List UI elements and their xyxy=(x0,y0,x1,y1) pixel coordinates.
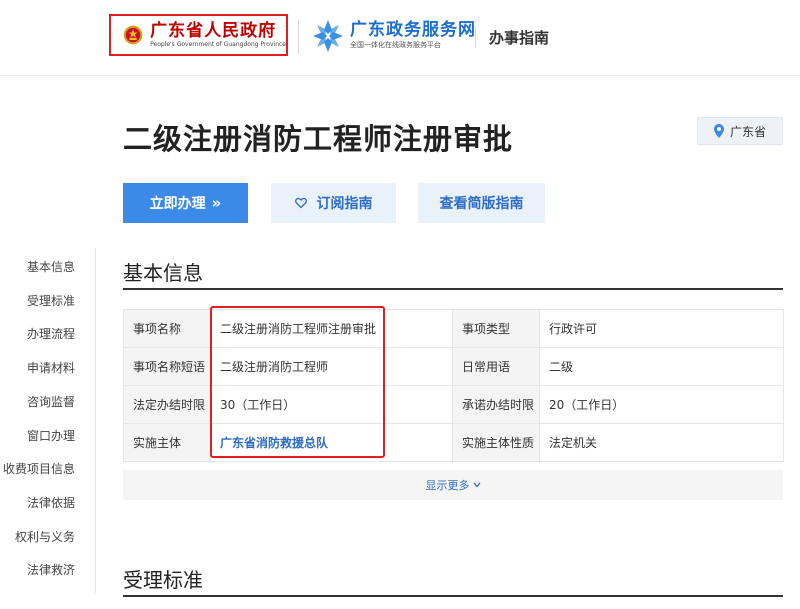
heart-icon xyxy=(294,197,307,209)
table-label: 事项名称 xyxy=(123,309,211,348)
section-title-basic-info: 基本信息 xyxy=(123,261,203,285)
table-row: 实施主体 广东省消防救援总队 实施主体性质 法定机关 xyxy=(123,423,784,462)
view-brief-guide-label: 查看简版指南 xyxy=(439,196,524,212)
sidebar-item-consult[interactable]: 咨询监督 xyxy=(27,393,75,410)
table-label: 事项类型 xyxy=(452,309,540,348)
section-divider xyxy=(123,288,783,290)
table-value: 二级 xyxy=(539,347,784,386)
header-divider xyxy=(298,20,299,54)
sidebar-item-materials[interactable]: 申请材料 xyxy=(27,359,75,376)
table-value: 行政许可 xyxy=(539,309,784,348)
region-label: 广东省 xyxy=(729,124,766,139)
table-row: 法定办结时限 30（工作日） 承诺办结时限 20（工作日） xyxy=(123,385,784,424)
table-row: 事项名称 二级注册消防工程师注册审批 事项类型 行政许可 xyxy=(123,309,784,348)
gd-gov-logo[interactable]: 广东省人民政府 People's Government of Guangdong… xyxy=(109,14,288,56)
sidebar-item-window[interactable]: 窗口办理 xyxy=(27,427,75,444)
basic-info-table: 事项名称 二级注册消防工程师注册审批 事项类型 行政许可 事项名称短语 二级注册… xyxy=(123,309,784,462)
service-title[interactable]: 广东政务服务网 xyxy=(350,20,476,40)
section-title-acceptance: 受理标准 xyxy=(123,568,203,592)
show-more-label: 显示更多 xyxy=(425,479,470,492)
gov-logo-title: 广东省人民政府 xyxy=(150,21,277,41)
subscribe-guide-button[interactable]: 订阅指南 xyxy=(271,183,396,223)
double-chevron-right-icon: » xyxy=(211,194,222,212)
sidebar-item-basic-info[interactable]: 基本信息 xyxy=(27,258,75,275)
table-label: 实施主体性质 xyxy=(452,423,540,462)
apply-now-button[interactable]: 立即办理 » xyxy=(123,183,248,223)
view-brief-guide-button[interactable]: 查看简版指南 xyxy=(418,183,545,223)
table-label: 事项名称短语 xyxy=(123,347,211,386)
implementing-agency-link[interactable]: 广东省消防救援总队 xyxy=(210,423,453,462)
sidebar-item-acceptance[interactable]: 受理标准 xyxy=(27,292,75,309)
sidebar-item-process[interactable]: 办理流程 xyxy=(27,325,75,342)
table-label: 法定办结时限 xyxy=(123,385,211,424)
sidebar-item-fees[interactable]: 收费项目信息 xyxy=(3,460,75,477)
table-value: 20（工作日） xyxy=(539,385,784,424)
table-value: 二级注册消防工程师注册审批 xyxy=(210,309,453,348)
show-more-button[interactable]: 显示更多 xyxy=(123,470,783,500)
sidebar-nav: 基本信息 受理标准 办理流程 申请材料 咨询监督 窗口办理 收费项目信息 法律依… xyxy=(0,248,96,593)
table-row: 事项名称短语 二级注册消防工程师 日常用语 二级 xyxy=(123,347,784,386)
table-value: 30（工作日） xyxy=(210,385,453,424)
table-label: 日常用语 xyxy=(452,347,540,386)
service-subtitle: 全国一体化在线政务服务平台 xyxy=(350,41,441,49)
national-emblem-icon xyxy=(123,25,143,45)
nav-guide-link[interactable]: 办事指南 xyxy=(489,27,549,48)
gd-service-logo-icon[interactable] xyxy=(311,18,345,54)
location-pin-icon xyxy=(713,124,724,138)
page-title: 二级注册消防工程师注册审批 xyxy=(123,122,514,156)
region-selector[interactable]: 广东省 xyxy=(697,117,783,145)
table-value: 二级注册消防工程师 xyxy=(210,347,453,386)
subscribe-guide-label: 订阅指南 xyxy=(316,196,373,212)
apply-now-label: 立即办理 xyxy=(149,196,206,212)
table-value: 法定机关 xyxy=(539,423,784,462)
site-header: 广东省人民政府 People's Government of Guangdong… xyxy=(0,0,800,76)
chevron-down-icon xyxy=(473,482,480,488)
section-divider xyxy=(123,595,783,597)
header-divider xyxy=(475,26,476,48)
sidebar-item-legal-basis[interactable]: 法律依据 xyxy=(27,494,75,511)
table-label: 承诺办结时限 xyxy=(452,385,540,424)
sidebar-item-remedy[interactable]: 法律救济 xyxy=(27,561,75,578)
table-label: 实施主体 xyxy=(123,423,211,462)
gov-logo-subtitle: People's Government of Guangdong Provinc… xyxy=(150,41,286,48)
sidebar-item-rights[interactable]: 权利与义务 xyxy=(15,528,75,545)
